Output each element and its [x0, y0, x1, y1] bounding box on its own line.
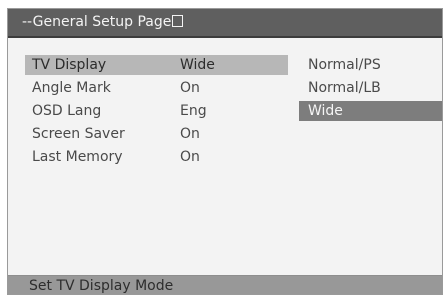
- setup-content: TV Display Wide Angle Mark On OSD Lang E…: [8, 38, 442, 275]
- status-bar: Set TV Display Mode: [8, 276, 442, 294]
- setting-row-angle-mark[interactable]: Angle Mark On: [25, 78, 288, 98]
- setting-label: Angle Mark: [32, 80, 111, 96]
- option-row-normal-ps[interactable]: Normal/PS: [299, 55, 442, 75]
- setting-row-screen-saver[interactable]: Screen Saver On: [25, 124, 288, 144]
- option-row-normal-lb[interactable]: Normal/LB: [299, 78, 442, 98]
- status-text: Set TV Display Mode: [29, 278, 174, 294]
- setting-label: TV Display: [32, 57, 107, 73]
- square-outline-icon: [172, 15, 184, 27]
- setting-value: On: [180, 149, 200, 165]
- setting-value: Wide: [180, 57, 215, 73]
- option-row-wide[interactable]: Wide: [299, 101, 442, 121]
- option-label: Normal/LB: [308, 80, 381, 96]
- option-label: Normal/PS: [308, 57, 381, 73]
- setting-row-last-memory[interactable]: Last Memory On: [25, 147, 288, 167]
- dvd-setup-screen: --General Setup Page TV Display Wide Ang…: [7, 8, 443, 295]
- setting-label: OSD Lang: [32, 103, 102, 119]
- setting-value: On: [180, 126, 200, 142]
- setting-row-tv-display[interactable]: TV Display Wide: [25, 55, 288, 75]
- setting-label: Screen Saver: [32, 126, 125, 142]
- title-bar: --General Setup Page: [8, 9, 442, 36]
- setting-value: Eng: [180, 103, 207, 119]
- option-label: Wide: [308, 103, 343, 119]
- setting-row-osd-lang[interactable]: OSD Lang Eng: [25, 101, 288, 121]
- setting-value: On: [180, 80, 200, 96]
- setting-label: Last Memory: [32, 149, 123, 165]
- page-title: --General Setup Page: [22, 14, 172, 30]
